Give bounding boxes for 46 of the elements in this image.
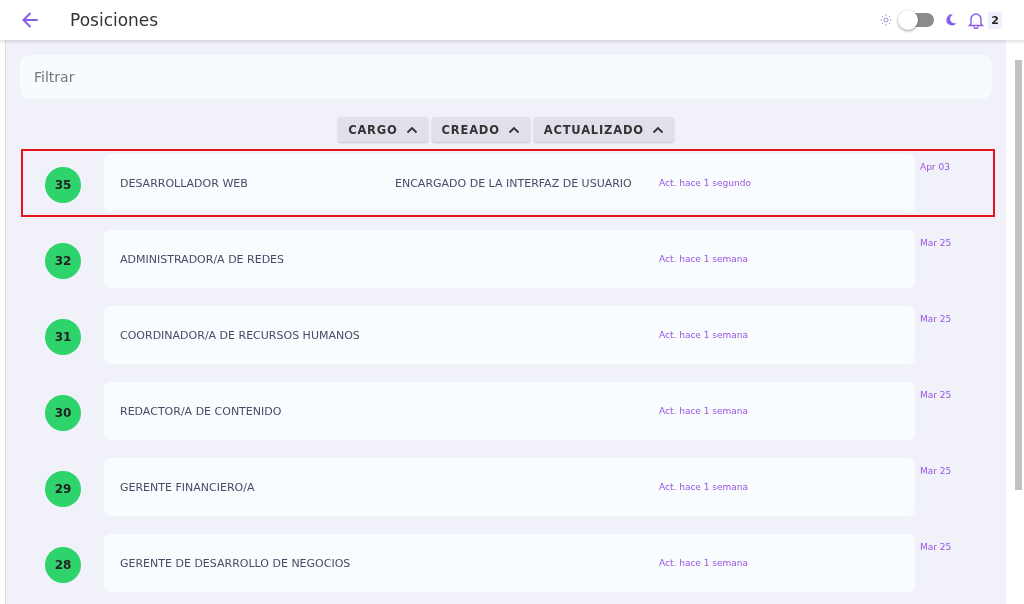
position-title: DESARROLLADOR WEB [120, 176, 249, 190]
updated-label: Act. hace 1 segundo [659, 178, 751, 188]
position-title: ADMINISTRADOR/A DE REDES [120, 252, 286, 266]
scrollbar[interactable] [1015, 60, 1022, 490]
back-button[interactable] [20, 10, 40, 30]
date-label: Mar 25 [920, 390, 952, 400]
number-badge: 30 [45, 395, 81, 431]
position-title: GERENTE FINANCIERO/A [120, 480, 256, 494]
updated-label: Act. hace 1 semana [659, 406, 749, 416]
number-badge: 31 [45, 319, 81, 355]
updated-label: Act. hace 1 semana [659, 254, 749, 264]
bell-icon[interactable] [968, 11, 985, 29]
date-label: Mar 25 [920, 238, 952, 248]
date-label: Mar 25 [920, 314, 952, 324]
position-description: ENCARGADO DE LA INTERFAZ DE USUARIO [395, 176, 632, 190]
number-badge: 29 [45, 471, 81, 507]
position-card[interactable]: ADMINISTRADOR/A DE REDES Act. hace 1 semana [104, 230, 915, 288]
date-label: Apr 03 [920, 162, 950, 172]
chevron-up-icon [405, 125, 418, 134]
filter-field[interactable]: Filtrar [20, 55, 992, 99]
sort-button[interactable]: CREADO [431, 117, 530, 142]
chevron-up-icon [651, 125, 664, 134]
position-title: COORDINADOR/A DE RECURSOS HUMANOS [120, 328, 361, 342]
position-card[interactable]: REDACTOR/A DE CONTENIDO Act. hace 1 semana [104, 382, 915, 440]
number-badge: 35 [45, 167, 81, 203]
sort-button[interactable]: ACTUALIZADO [533, 117, 674, 142]
sort-button[interactable]: CARGO [338, 117, 428, 142]
position-card[interactable]: GERENTE FINANCIERO/A Act. hace 1 semana [104, 458, 915, 516]
chevron-up-icon [507, 125, 520, 134]
moon-icon [944, 13, 959, 27]
date-label: Mar 25 [920, 466, 952, 476]
position-title: GERENTE DE DESARROLLO DE NEGOCIOS [120, 556, 352, 570]
number-badge: 28 [45, 547, 81, 583]
updated-label: Act. hace 1 semana [659, 558, 749, 568]
back-arrow-icon [20, 10, 40, 30]
position-card[interactable]: COORDINADOR/A DE RECURSOS HUMANOS Act. hace 1 semana [104, 306, 915, 364]
date-label: Mar 25 [920, 542, 952, 552]
position-card[interactable]: GERENTE DE DESARROLLO DE NEGOCIOS Act. hace 1 semana [104, 534, 915, 592]
position-card[interactable]: DESARROLLADOR WEB ENCARGADO DE LA INTERFAZ DE USUARIO Act. hace 1 segundo [104, 154, 915, 212]
position-title: REDACTOR/A DE CONTENIDO [120, 404, 283, 418]
updated-label: Act. hace 1 semana [659, 482, 749, 492]
page-title: Posiciones [70, 10, 159, 30]
notification-count: 2 [988, 11, 1002, 29]
updated-label: Act. hace 1 semana [659, 330, 749, 340]
sun-icon [880, 14, 893, 26]
number-badge: 32 [45, 243, 81, 279]
